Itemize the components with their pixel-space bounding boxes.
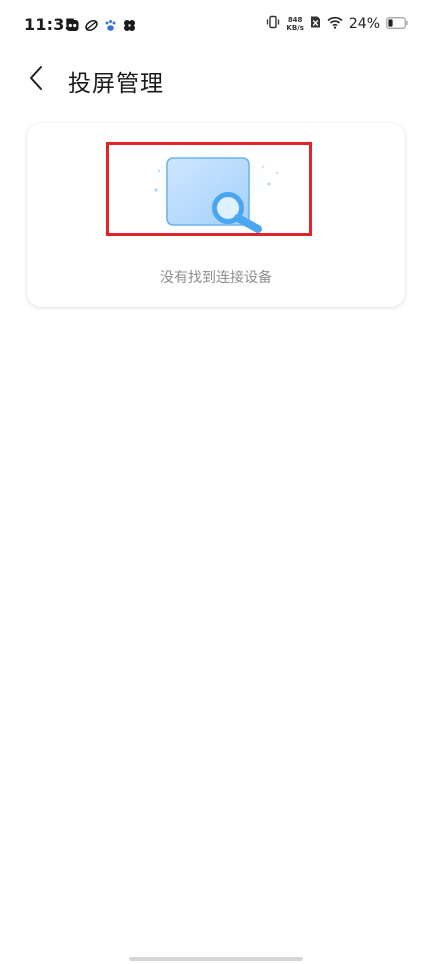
status-notification-icons <box>66 17 136 36</box>
empty-state-card: 没有找到连接设备 <box>27 123 405 307</box>
fan-notification-icon <box>123 17 136 36</box>
home-indicator[interactable] <box>129 957 303 961</box>
empty-state-message: 没有找到连接设备 <box>160 270 272 286</box>
wifi-icon <box>327 14 343 33</box>
network-speed: 848 KB/s <box>286 16 303 32</box>
status-bar: 11:35 848 KB/s 24% <box>0 0 432 52</box>
vibrate-icon <box>266 14 280 33</box>
highlight-frame <box>106 142 312 236</box>
back-button[interactable] <box>20 64 52 96</box>
app-notification-icon <box>66 17 79 36</box>
battery-icon <box>386 14 408 33</box>
screen: 11:35 848 KB/s 24% 投屏管理 没有找到连接设备 <box>0 0 432 964</box>
chevron-left-icon <box>28 65 44 95</box>
leaf-notification-icon <box>85 17 98 36</box>
paw-notification-icon <box>104 17 117 36</box>
status-right-cluster: 848 KB/s 24% <box>266 14 408 33</box>
no-sim-icon <box>310 14 321 33</box>
no-device-search-icon <box>139 147 279 233</box>
page-title: 投屏管理 <box>68 71 164 97</box>
network-speed-value: 848 <box>287 15 303 24</box>
network-speed-unit: KB/s <box>286 23 304 32</box>
header: 投屏管理 <box>0 52 432 108</box>
battery-percent: 24% <box>348 15 380 32</box>
